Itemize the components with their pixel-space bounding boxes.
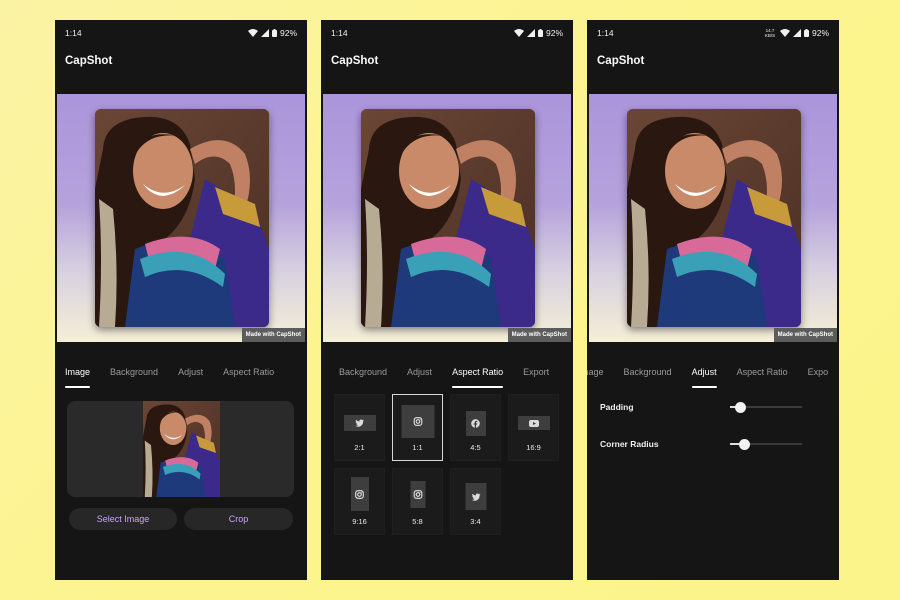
instagram-icon xyxy=(410,481,425,508)
selected-image-thumbnail xyxy=(143,401,220,497)
instagram-icon xyxy=(401,405,434,438)
tab-adjust[interactable]: Adjust xyxy=(168,360,213,390)
ratio-option-16-9[interactable]: 16:9 xyxy=(508,394,559,461)
ratio-option-5-8[interactable]: 5:8 xyxy=(392,468,443,535)
status-time: 1:14 xyxy=(331,28,348,38)
slider-thumb[interactable] xyxy=(738,438,750,450)
phone-screen-aspect-ratio-tab: 1:14 92% CapShot Made with CapShot Backg… xyxy=(321,20,573,580)
wifi-icon xyxy=(779,29,790,37)
app-title: CapShot xyxy=(331,55,379,67)
slider-thumb[interactable] xyxy=(735,401,747,413)
ratio-option-2-1[interactable]: 2:1 xyxy=(334,394,385,461)
watermark-label: Made with CapShot xyxy=(773,328,837,342)
selected-image-thumbnail-box xyxy=(67,401,294,497)
ratio-option-1-1[interactable]: 1:1 xyxy=(392,394,443,461)
screenshot-preview: Made with CapShot xyxy=(57,94,305,342)
twitter-icon xyxy=(343,415,376,431)
status-time: 1:14 xyxy=(597,28,614,38)
battery-icon xyxy=(803,29,809,37)
cell-signal-icon xyxy=(792,29,801,37)
tab-export[interactable]: Export xyxy=(513,360,559,390)
ratio-label: 9:16 xyxy=(352,517,367,526)
padding-slider[interactable] xyxy=(730,401,802,413)
tab-export[interactable]: Expo xyxy=(798,360,839,390)
corner-radius-label: Corner Radius xyxy=(600,439,659,449)
watermark-label: Made with CapShot xyxy=(507,328,571,342)
select-image-button[interactable]: Select Image xyxy=(69,508,177,530)
ratio-label: 1:1 xyxy=(412,443,423,452)
preview-photo xyxy=(95,109,269,327)
wifi-icon xyxy=(247,29,258,37)
wifi-icon xyxy=(513,29,524,37)
phone-screen-adjust-tab: 1:14 14.7 KB/S 92% CapShot Made with Cap… xyxy=(587,20,839,580)
youtube-icon xyxy=(517,416,550,430)
tab-background[interactable]: Background xyxy=(614,360,682,390)
crop-button[interactable]: Crop xyxy=(184,508,293,530)
screenshot-preview: Made with CapShot xyxy=(323,94,571,342)
ratio-option-9-16[interactable]: 9:16 xyxy=(334,468,385,535)
preview-photo xyxy=(627,109,801,327)
tab-image[interactable]: mage xyxy=(587,360,614,390)
tab-background[interactable]: Background xyxy=(100,360,168,390)
battery-icon xyxy=(271,29,277,37)
ratio-label: 3:4 xyxy=(470,517,481,526)
app-title: CapShot xyxy=(597,55,645,67)
tab-background[interactable]: Background xyxy=(329,360,397,390)
ratio-option-4-5[interactable]: 4:5 xyxy=(450,394,501,461)
twitter-icon xyxy=(465,483,486,510)
tab-aspect-ratio[interactable]: Aspect Ratio xyxy=(213,360,284,390)
editor-tabs: mage Background Adjust Aspect Ratio Expo xyxy=(587,360,838,390)
ratio-label: 2:1 xyxy=(354,443,365,452)
status-time: 1:14 xyxy=(65,28,82,38)
facebook-icon xyxy=(465,411,486,436)
network-speed: 14.7 KB/S xyxy=(764,28,776,38)
ratio-option-3-4[interactable]: 3:4 xyxy=(450,468,501,535)
ratio-label: 16:9 xyxy=(526,443,541,452)
padding-label: Padding xyxy=(600,402,634,412)
status-bar: 1:14 92% xyxy=(55,20,307,46)
phone-screen-image-tab: 1:14 92% CapShot Made with CapShot Image… xyxy=(55,20,307,580)
battery-percent: 92% xyxy=(545,28,563,38)
corner-radius-slider[interactable] xyxy=(730,438,802,450)
instagram-icon xyxy=(350,477,369,511)
tab-aspect-ratio[interactable]: Aspect Ratio xyxy=(727,360,798,390)
tab-image[interactable]: Image xyxy=(55,360,100,390)
status-bar: 1:14 14.7 KB/S 92% xyxy=(587,20,839,46)
battery-icon xyxy=(537,29,543,37)
battery-percent: 92% xyxy=(279,28,297,38)
preview-photo xyxy=(361,109,535,327)
ratio-label: 4:5 xyxy=(470,443,481,452)
tab-adjust[interactable]: Adjust xyxy=(397,360,442,390)
status-bar: 1:14 92% xyxy=(321,20,573,46)
tab-adjust[interactable]: Adjust xyxy=(682,360,727,390)
battery-percent: 92% xyxy=(811,28,829,38)
ratio-label: 5:8 xyxy=(412,517,423,526)
cell-signal-icon xyxy=(260,29,269,37)
screenshot-preview: Made with CapShot xyxy=(589,94,837,342)
editor-tabs: Image Background Adjust Aspect Ratio xyxy=(55,360,284,390)
cell-signal-icon xyxy=(526,29,535,37)
app-title: CapShot xyxy=(65,55,113,67)
tab-aspect-ratio[interactable]: Aspect Ratio xyxy=(442,360,513,390)
editor-tabs: Background Adjust Aspect Ratio Export xyxy=(329,360,559,390)
watermark-label: Made with CapShot xyxy=(241,328,305,342)
